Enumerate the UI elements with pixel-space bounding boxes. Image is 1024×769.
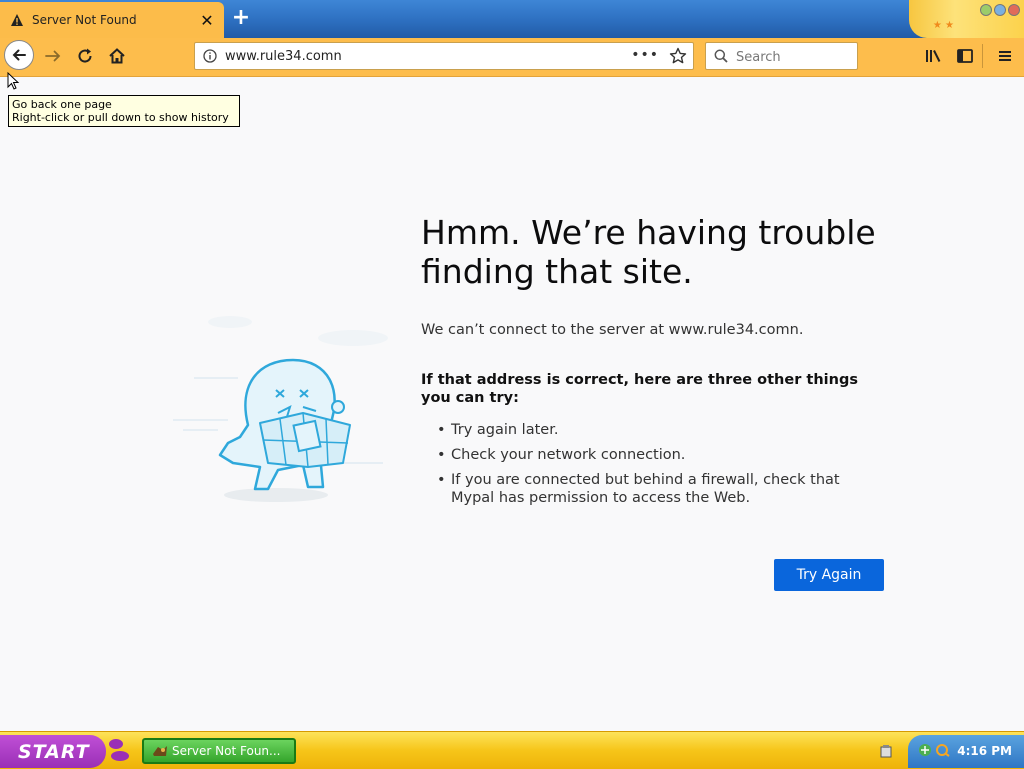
error-heading-line-1: Hmm. We’re having trouble xyxy=(421,213,876,252)
tab-server-not-found[interactable]: Server Not Found ✕ xyxy=(0,2,224,38)
volume-icon[interactable] xyxy=(936,743,950,757)
arrow-left-icon xyxy=(12,49,26,61)
tooltip-line-2: Right-click or pull down to show history xyxy=(12,111,229,124)
taskbar: START Server Not Foun... 4:16 PM xyxy=(0,731,1024,769)
close-window-icon[interactable] xyxy=(1008,4,1020,16)
toolbar-divider xyxy=(982,44,983,68)
error-subhead: If that address is correct, here are thr… xyxy=(421,372,858,406)
arrow-right-icon xyxy=(45,50,61,62)
library-icon xyxy=(926,50,941,62)
minimize-window-icon[interactable] xyxy=(980,4,992,16)
url-bar[interactable]: www.rule34.comn ••• xyxy=(194,42,694,70)
bookmark-star-icon[interactable] xyxy=(669,47,687,65)
error-heading-line-2: finding that site. xyxy=(421,252,693,291)
star-decoration-icon: ★ ★ xyxy=(932,20,954,31)
theme-decoration: ★ ★ xyxy=(909,0,1024,38)
suggestion-list: Try again later. Check your network conn… xyxy=(437,421,867,514)
network-icon[interactable] xyxy=(918,743,932,757)
error-heading: Hmm. We’re having trouble finding that s… xyxy=(421,213,921,291)
home-icon xyxy=(109,48,125,64)
start-decoration-icon xyxy=(109,739,129,761)
try-again-button[interactable]: Try Again xyxy=(774,559,884,591)
taskbar-item-label: Server Not Foun... xyxy=(172,744,281,758)
info-icon[interactable] xyxy=(203,49,217,63)
system-tray: 4:16 PM xyxy=(908,735,1024,768)
error-illustration xyxy=(173,316,388,502)
navigation-toolbar: www.rule34.comn ••• xyxy=(0,38,1024,77)
main-menu-button[interactable] xyxy=(994,45,1016,67)
notification-icon[interactable] xyxy=(880,744,892,758)
search-icon xyxy=(714,49,728,63)
window-controls xyxy=(980,4,1020,16)
sidebar-icon xyxy=(957,49,973,63)
new-tab-button[interactable]: + xyxy=(230,7,252,30)
back-button[interactable] xyxy=(4,40,34,70)
library-button[interactable] xyxy=(922,45,944,67)
search-input[interactable] xyxy=(734,47,856,67)
page-actions-icon[interactable]: ••• xyxy=(631,47,659,63)
maximize-window-icon[interactable] xyxy=(994,4,1006,16)
tab-strip: Server Not Found ✕ + ★ ★ xyxy=(0,0,1024,38)
url-text[interactable]: www.rule34.comn xyxy=(225,49,342,64)
back-button-tooltip: Go back one page Right-click or pull dow… xyxy=(8,95,240,127)
browser-app-icon xyxy=(153,746,167,756)
mouse-cursor-icon xyxy=(7,72,20,90)
clock: 4:16 PM xyxy=(957,744,1012,758)
suggestion-item: Check your network connection. xyxy=(437,446,867,464)
forward-button[interactable] xyxy=(42,45,64,67)
warning-icon xyxy=(10,13,24,27)
taskbar-item-browser[interactable]: Server Not Foun... xyxy=(142,738,296,764)
sidebar-button[interactable] xyxy=(954,45,976,67)
error-intro: We can’t connect to the server at www.ru… xyxy=(421,322,804,338)
close-tab-icon[interactable]: ✕ xyxy=(196,9,218,31)
suggestion-item: Try again later. xyxy=(437,421,867,439)
tooltip-line-1: Go back one page xyxy=(12,98,112,111)
suggestion-item: If you are connected but behind a firewa… xyxy=(437,471,867,507)
hamburger-menu-icon xyxy=(999,51,1011,61)
reload-button[interactable] xyxy=(74,45,96,67)
start-button[interactable]: START xyxy=(0,735,106,768)
home-button[interactable] xyxy=(106,45,128,67)
tab-title: Server Not Found xyxy=(32,13,137,27)
search-bar[interactable] xyxy=(705,42,858,70)
reload-icon xyxy=(78,48,92,63)
